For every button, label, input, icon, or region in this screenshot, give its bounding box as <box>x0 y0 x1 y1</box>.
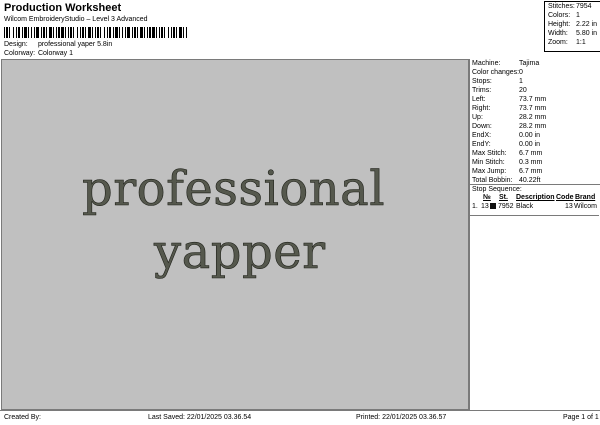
info-value: 0 <box>519 69 523 76</box>
summary-value: 2.22 in <box>576 21 598 28</box>
summary-label: Width: <box>548 30 568 37</box>
info-row: Trims: 20 <box>472 87 527 94</box>
info-value: 73.7 mm <box>519 105 547 112</box>
software-name: Wilcom EmbroideryStudio – Level 3 Advanc… <box>4 16 148 23</box>
summary-label: Height: <box>548 21 571 28</box>
info-row: Machine: Tajima <box>472 60 539 67</box>
barcode <box>4 27 188 38</box>
colorway-value: Colorway 1 <box>37 50 73 57</box>
info-label: EndY: <box>472 141 491 148</box>
colorway-label: Colorway: <box>4 50 36 57</box>
barcode-bar <box>187 27 188 38</box>
info-row: Min Stitch: 0.3 mm <box>472 159 542 166</box>
row-code: 13 <box>565 203 573 210</box>
col-header-description: Description <box>516 194 555 201</box>
info-value: 40.22ft <box>519 177 541 184</box>
summary-label: Stitches: <box>548 3 575 10</box>
info-value: 28.2 mm <box>519 123 547 130</box>
info-value: 0.00 in <box>519 132 541 139</box>
panel-divider <box>469 215 599 216</box>
row-brand: Wilcom <box>574 203 597 210</box>
info-label: Machine: <box>472 60 501 67</box>
info-row: Max Jump: 6.7 mm <box>472 168 542 175</box>
row-index: 1. <box>472 203 478 210</box>
info-label: Max Stitch: <box>472 150 507 157</box>
info-value: 0.00 in <box>519 141 541 148</box>
info-label: Trims: <box>472 87 492 94</box>
design-row: Design: professional yaper 5.8in <box>4 41 112 48</box>
page-number: Page 1 of 1 <box>563 414 599 421</box>
info-label: Down: <box>472 123 492 130</box>
col-header-no: № <box>483 194 491 201</box>
summary-label: Colors: <box>548 12 571 19</box>
info-row: Total Bobbin: 40.22ft <box>472 177 540 184</box>
col-header-stitches: St. <box>499 194 508 201</box>
summary-colors: Colors: 1 <box>548 12 580 19</box>
info-label: Color changes: <box>472 69 520 76</box>
design-value: professional yaper 5.8in <box>37 41 113 48</box>
info-label: Right: <box>472 105 491 112</box>
info-row: Stops: 1 <box>472 78 523 85</box>
info-value: 28.2 mm <box>519 114 547 121</box>
color-swatch <box>490 203 496 209</box>
info-row: EndX: 0.00 in <box>472 132 540 139</box>
info-row: Max Stitch: 6.7 mm <box>472 150 542 157</box>
info-label: Left: <box>472 96 486 103</box>
info-value: 6.7 mm <box>519 150 543 157</box>
summary-height: Height: 2.22 in <box>548 21 597 28</box>
summary-box: Stitches:7954 Colors: 1 Height: 2.22 in Wi… <box>544 1 600 52</box>
col-header-code: Code <box>556 194 574 201</box>
info-row: Color changes:0 <box>472 69 523 76</box>
stop-sequence-title: Stop Sequence: <box>472 186 522 193</box>
info-value: 1 <box>519 78 523 85</box>
machine-info-panel: Machine: Tajima Color changes:0 Stops: 1 T… <box>469 59 600 410</box>
info-value: 0.3 mm <box>519 159 543 166</box>
info-label: Max Jump: <box>472 168 507 175</box>
footer: Created By: Last Saved: 22/01/2025 03.36… <box>0 410 600 425</box>
embroidery-line-2: yapper <box>154 224 326 280</box>
info-row: Up: 28.2 mm <box>472 114 546 121</box>
summary-value: 5.80 in <box>576 30 598 37</box>
info-label: Total Bobbin: <box>472 177 513 184</box>
design-label: Design: <box>4 41 28 48</box>
summary-width: Width: 5.80 in <box>548 30 597 37</box>
info-label: Stops: <box>472 78 492 85</box>
info-row: Down: 28.2 mm <box>472 123 546 130</box>
row-description: Black <box>516 203 534 210</box>
info-value: Tajima <box>519 60 540 67</box>
worksheet-title: Production Worksheet <box>4 2 122 14</box>
row-number: 13 <box>481 203 489 210</box>
last-saved: Last Saved: 22/01/2025 03.36.54 <box>148 414 252 421</box>
info-value: 73.7 mm <box>519 96 547 103</box>
info-value: 20 <box>519 87 527 94</box>
printed-date: Printed: 22/01/2025 03.36.57 <box>356 414 447 421</box>
row-stitches: 7952 <box>498 203 514 210</box>
embroidery-line-1: professional <box>82 161 386 217</box>
info-label: Up: <box>472 114 483 121</box>
info-row: Right: 73.7 mm <box>472 105 546 112</box>
summary-stitches: Stitches:7954 <box>548 3 592 10</box>
design-preview: professional yapper <box>1 59 469 410</box>
summary-label: Zoom: <box>548 39 568 46</box>
info-label: Min Stitch: <box>472 159 505 166</box>
stop-sequence-divider <box>470 184 600 185</box>
colorway-row: Colorway: Colorway 1 <box>4 50 73 57</box>
info-value: 6.7 mm <box>519 168 543 175</box>
created-by: Created By: <box>4 414 41 421</box>
info-row: EndY: 0.00 in <box>472 141 540 148</box>
info-row: Left: 73.7 mm <box>472 96 546 103</box>
summary-value: 1 <box>576 12 580 19</box>
summary-value: 1:1 <box>576 39 586 46</box>
col-header-brand: Brand <box>575 194 596 201</box>
info-label: EndX: <box>472 132 492 139</box>
summary-value: 7954 <box>576 3 592 10</box>
summary-zoom: Zoom: 1:1 <box>548 39 586 46</box>
